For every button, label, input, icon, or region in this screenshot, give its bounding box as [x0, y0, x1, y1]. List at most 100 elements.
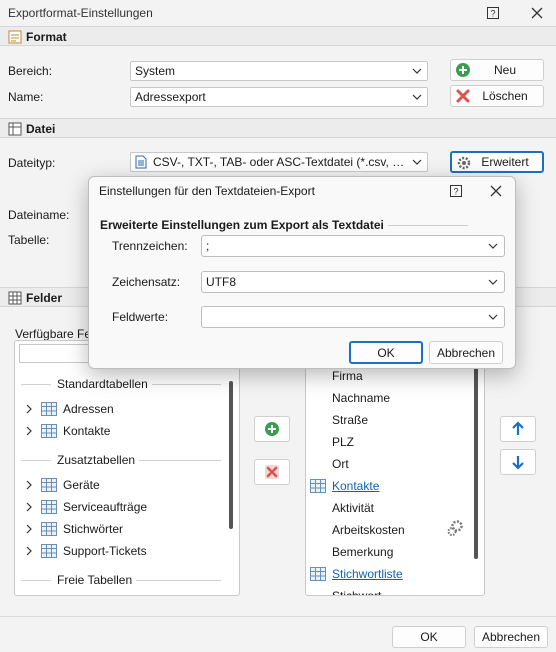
name-select[interactable]: Adressexport: [130, 87, 428, 107]
available-group-title: Zusatztabellen: [21, 453, 221, 467]
dialog-help-button[interactable]: ?: [445, 181, 467, 201]
close-icon: [490, 185, 502, 197]
selected-field-item[interactable]: Aktivität: [332, 498, 374, 518]
name-label: Name:: [8, 90, 44, 104]
bereich-select[interactable]: System: [130, 61, 428, 81]
selected-field-item[interactable]: Ort: [332, 454, 349, 474]
table-icon: [41, 402, 57, 416]
available-table-item[interactable]: Adressen: [15, 399, 114, 419]
window-title: Exportformat-Einstellungen: [8, 6, 153, 20]
add-field-button[interactable]: [254, 416, 290, 442]
available-fields-panel: Standardtabellen Adressen Kontakte Zusatzta…: [14, 340, 240, 596]
neu-label: Neu: [493, 63, 516, 77]
chevron-down-icon: [482, 314, 504, 320]
available-table-item[interactable]: Kontakte: [15, 421, 110, 441]
table-icon: [41, 478, 57, 492]
help-button[interactable]: ?: [482, 3, 504, 23]
move-down-button[interactable]: [500, 449, 536, 475]
delete-icon: [265, 465, 279, 479]
table-icon: [41, 424, 57, 438]
move-up-button[interactable]: [500, 416, 536, 442]
dialog-ok-button[interactable]: OK: [349, 341, 423, 364]
selected-scrollbar[interactable]: [474, 355, 478, 559]
dialog-group-title: Erweiterte Einstellungen zum Export als …: [100, 218, 468, 232]
zeichensatz-select[interactable]: UTF8: [201, 271, 505, 293]
datei-section-header: Datei: [0, 118, 556, 138]
arrow-down-icon: [512, 456, 524, 470]
zeichensatz-value: UTF8: [206, 275, 236, 289]
svg-text:?: ?: [453, 186, 458, 196]
available-fields-label: Verfügbare Felder: [15, 327, 95, 341]
dialog-close-button[interactable]: [485, 181, 507, 201]
dateityp-label: Dateityp:: [8, 156, 56, 170]
available-table-item[interactable]: Geräte: [15, 475, 100, 495]
trennzeichen-value: ;: [206, 239, 210, 253]
chevron-down-icon: [407, 88, 427, 106]
table-icon: [310, 567, 326, 581]
help-icon: ?: [487, 7, 499, 19]
dateiname-label: Dateiname:: [8, 208, 70, 222]
selected-fields-panel: Firma Nachname Straße PLZ Ort Kontakte Aktivit…: [305, 340, 485, 596]
available-scrollbar[interactable]: [229, 381, 233, 529]
table-icon: [41, 522, 57, 536]
feldwerte-select[interactable]: [201, 306, 505, 328]
selected-field-item[interactable]: Bemerkung: [332, 542, 393, 562]
feldwerte-label: Feldwerte:: [112, 310, 169, 324]
selected-field-item[interactable]: Stichwort: [332, 586, 381, 595]
erweitert-button[interactable]: Erweitert: [450, 151, 544, 173]
dialog-ok-label: OK: [377, 345, 395, 360]
help-icon: ?: [450, 185, 462, 197]
add-icon: [265, 422, 279, 436]
chevron-right-icon: [26, 524, 32, 534]
selected-field-item[interactable]: Firma: [332, 366, 363, 386]
selected-table-item[interactable]: Stichwortliste: [310, 564, 403, 584]
neu-button[interactable]: Neu: [450, 59, 544, 81]
selected-field-item[interactable]: Arbeitskosten: [332, 520, 405, 540]
chevron-down-icon: [407, 62, 427, 80]
dateityp-select[interactable]: CSV-, TXT-, TAB- oder ASC-Textdatei (*.c…: [130, 152, 428, 172]
format-section-header: Format: [0, 26, 556, 46]
table-icon: [41, 500, 57, 514]
format-header-label: Format: [26, 30, 67, 44]
loeschen-button[interactable]: Löschen: [450, 85, 544, 107]
chevron-down-icon: [407, 153, 427, 171]
felder-header-label: Felder: [26, 291, 63, 305]
dialog-cancel-button[interactable]: Abbrechen: [429, 341, 503, 364]
close-icon: [531, 7, 543, 19]
zeichensatz-label: Zeichensatz:: [112, 275, 181, 289]
available-table-item[interactable]: Support-Tickets: [15, 541, 147, 561]
erweitert-label: Erweitert: [481, 155, 529, 169]
chevron-right-icon: [26, 404, 32, 414]
add-icon: [456, 63, 470, 77]
footer-cancel-button[interactable]: Abbrechen: [474, 626, 548, 648]
bereich-value: System: [135, 64, 176, 78]
chevron-right-icon: [26, 546, 32, 556]
chevron-down-icon: [482, 243, 504, 249]
gear-icon: [457, 156, 471, 170]
chevron-down-icon: [482, 279, 504, 285]
chevron-right-icon: [26, 480, 32, 490]
available-group-title: Standardtabellen: [21, 377, 221, 391]
dialog-title: Einstellungen für den Textdateien-Export: [99, 184, 315, 198]
bereich-label: Bereich:: [8, 64, 53, 78]
selected-field-item[interactable]: Straße: [332, 410, 368, 430]
loeschen-label: Löschen: [482, 89, 528, 103]
dateityp-value: CSV-, TXT-, TAB- oder ASC-Textdatei (*.c…: [153, 155, 407, 169]
trennzeichen-select[interactable]: ;: [201, 235, 505, 257]
selected-field-item[interactable]: Nachname: [332, 388, 390, 408]
selected-table-item[interactable]: Kontakte: [310, 476, 379, 496]
available-table-item[interactable]: Serviceaufträge: [15, 497, 147, 517]
delete-icon: [456, 89, 470, 103]
table-icon: [41, 544, 57, 558]
close-button[interactable]: [526, 3, 548, 23]
gears-icon: [447, 520, 463, 536]
remove-field-button[interactable]: [254, 459, 290, 485]
chevron-right-icon: [26, 502, 32, 512]
footer-ok-button[interactable]: OK: [392, 626, 466, 648]
selected-field-item[interactable]: PLZ: [332, 432, 354, 452]
felder-icon: [8, 291, 22, 305]
available-group-title: Freie Tabellen: [21, 573, 221, 587]
text-file-icon: [135, 155, 147, 169]
tabelle-label: Tabelle:: [8, 233, 50, 247]
available-table-item[interactable]: Stichwörter: [15, 519, 123, 539]
